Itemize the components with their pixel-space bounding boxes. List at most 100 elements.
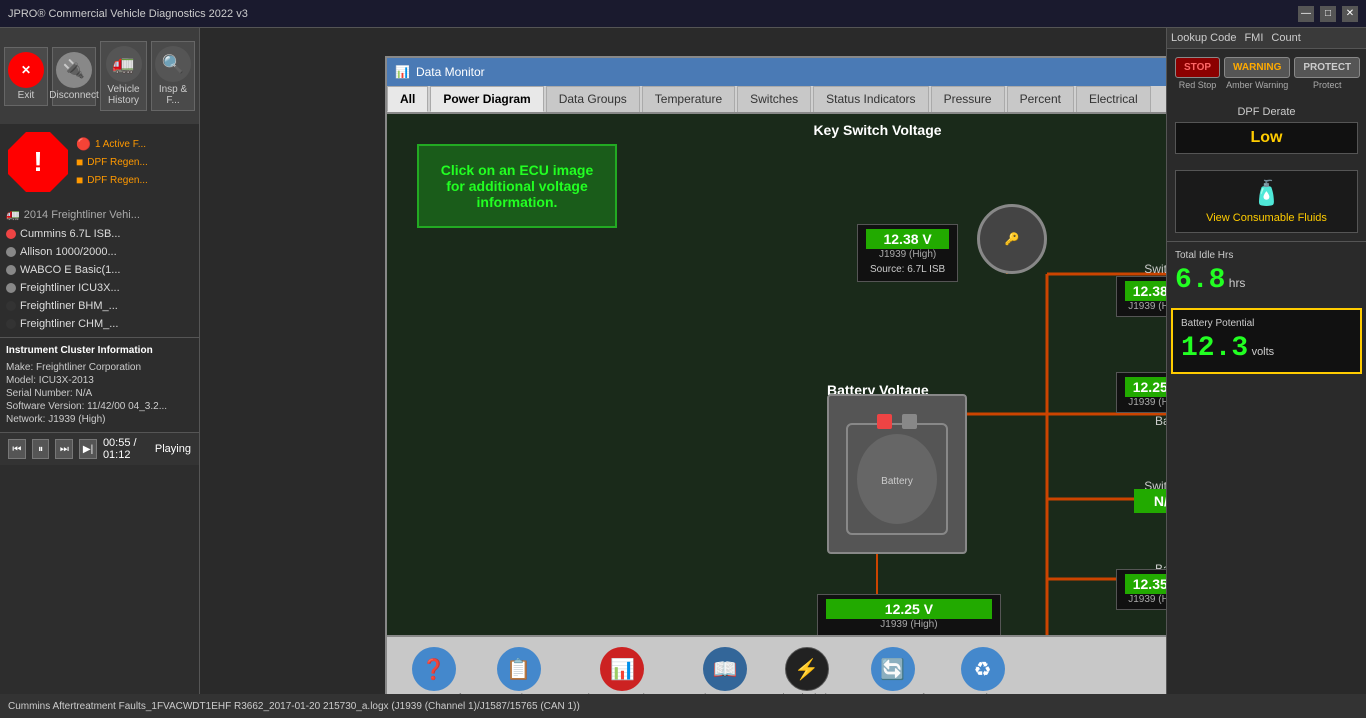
- inspect-button[interactable]: 🔍 Insp & F...: [151, 41, 195, 111]
- idle-section: Total Idle Hrs 6.8 hrs: [1167, 241, 1366, 304]
- electrical-tips-label: Electrical Tips: [776, 693, 838, 694]
- cluster-info: Instrument Cluster Information Make: Fre…: [0, 337, 199, 432]
- fmi-assistance-button[interactable]: 📋 FMI Assistance: [477, 643, 561, 694]
- fault-status-button[interactable]: 📊 Fault Status Assistance: [562, 643, 682, 694]
- status-bar: Cummins Aftertreatment Faults_1FVACWDT1E…: [0, 694, 1366, 718]
- battery-label-cummins: Battery: [1155, 414, 1166, 428]
- electrical-tips-button[interactable]: ⚡ Electrical Tips: [768, 643, 846, 694]
- ecu-dot-icu: [6, 283, 16, 293]
- tab-switches[interactable]: Switches: [737, 86, 811, 112]
- key-switch-voltage-box: 12.38 V J1939 (High) Source: 6.7L ISB: [857, 224, 958, 282]
- red-stop-label: Red Stop: [1179, 80, 1217, 90]
- step-button[interactable]: ▶|: [79, 439, 97, 459]
- industry-terms-label: Industry Terms: [692, 693, 757, 694]
- ecu-item-allison[interactable]: Allison 1000/2000...: [4, 243, 195, 261]
- ecu-item-wabco[interactable]: WABCO E Basic(1...: [4, 261, 195, 279]
- fmi-assistance-label: FMI Assistance: [485, 693, 553, 694]
- ecu-item-chm[interactable]: Freightliner CHM_...: [4, 315, 195, 333]
- battery-image[interactable]: Battery: [827, 394, 967, 554]
- fault-status-icon: 📊: [600, 647, 644, 691]
- cluster-network: Network: J1939 (High): [6, 413, 193, 426]
- protect-label: Protect: [1313, 80, 1342, 90]
- vehicle-history-button[interactable]: 🚛 Vehicle History: [100, 41, 147, 111]
- playback-time: 00:55 / 01:12: [103, 437, 149, 461]
- tab-temperature[interactable]: Temperature: [642, 86, 735, 112]
- pause-button[interactable]: ⏸: [32, 439, 50, 459]
- industry-terms-icon: 📖: [703, 647, 747, 691]
- cluster-model: Model: ICU3X-2013: [6, 374, 193, 387]
- tab-all[interactable]: All: [387, 86, 428, 112]
- cluster-make: Make: Freightliner Corporation: [6, 361, 193, 374]
- epa-assistance-button[interactable]: ♻ EPA Assistance: [940, 643, 1025, 694]
- minimize-button[interactable]: —: [1298, 6, 1314, 22]
- forward-button[interactable]: ⏭: [55, 439, 73, 459]
- protect-icon: PROTECT: [1294, 57, 1360, 78]
- cluster-software: Software Version: 11/42/00 04_3.2...: [6, 400, 193, 413]
- modal-tabs: All Power Diagram Data Groups Temperatur…: [387, 86, 1166, 114]
- icu-battery-box: 12.35 V J1939 (High): [1116, 569, 1166, 610]
- sidebar: ✕ Exit 🔌 Disconnect 🚛 Vehicle History 🔍 …: [0, 28, 200, 694]
- alert-dpf1: ■ DPF Regen...: [76, 154, 148, 170]
- exit-icon: ✕: [8, 52, 44, 88]
- data-monitor-modal: 📊 Data Monitor ✕ All Power Diagram Data …: [385, 56, 1166, 694]
- electrical-tips-icon: ⚡: [785, 647, 829, 691]
- idle-label: Total Idle Hrs: [1175, 250, 1358, 261]
- battery-voltage-value: 12.25 V: [826, 599, 992, 619]
- close-button[interactable]: ✕: [1342, 6, 1358, 22]
- tab-data-groups[interactable]: Data Groups: [546, 86, 640, 112]
- alert-icon-dpf2: ■: [76, 173, 83, 187]
- exit-button[interactable]: ✕ Exit: [4, 47, 48, 106]
- fmi-assistance-icon: 📋: [497, 647, 541, 691]
- ecu-item-icu[interactable]: Freightliner ICU3X...: [4, 279, 195, 297]
- ecu-item-bhm[interactable]: Freightliner BHM_...: [4, 297, 195, 315]
- industry-terms-button[interactable]: 📖 Industry Terms: [684, 643, 765, 694]
- icu-switched-value: N/A: [1134, 489, 1166, 513]
- red-stop-icon: STOP: [1175, 57, 1220, 78]
- connector-info-button[interactable]: ❓ Connector Info: [393, 643, 475, 694]
- vehicle-history-label: Vehicle History: [107, 84, 140, 106]
- amber-warning-icon: WARNING: [1224, 57, 1290, 78]
- maximize-button[interactable]: □: [1320, 6, 1336, 22]
- lookup-label: Lookup Code: [1171, 32, 1236, 44]
- ecu-dot-bhm: [6, 301, 16, 311]
- tab-electrical[interactable]: Electrical: [1076, 86, 1151, 112]
- click-instruction: Click on an ECU image for additional vol…: [417, 144, 617, 228]
- diagram-title: Key Switch Voltage: [813, 122, 941, 138]
- lookup-bar: Lookup Code FMI Count: [1167, 28, 1366, 49]
- battery-svg: Battery: [837, 404, 957, 544]
- tab-percent[interactable]: Percent: [1007, 86, 1074, 112]
- ecu-item-cummins[interactable]: Cummins 6.7L ISB...: [4, 225, 195, 243]
- red-stop-status: STOP Red Stop: [1175, 57, 1220, 90]
- battery-potential-unit: volts: [1252, 346, 1275, 358]
- disconnect-button[interactable]: 🔌 Disconnect: [52, 47, 96, 106]
- status-buttons: STOP Red Stop WARNING Amber Warning PROT…: [1167, 49, 1366, 98]
- warning-octagon: !: [8, 132, 68, 192]
- center-area: 📊 Data Monitor ✕ All Power Diagram Data …: [200, 28, 1166, 694]
- fluids-button[interactable]: 🧴 View Consumable Fluids: [1175, 170, 1358, 233]
- vehicle-icon: 🚛: [6, 208, 20, 221]
- vehicle-history-icon: 🚛: [106, 46, 142, 82]
- modal-title-bar: 📊 Data Monitor ✕: [387, 58, 1166, 86]
- connector-info-icon: ❓: [412, 647, 456, 691]
- cummins-battery-box: 12.25 V J1939 (High): [1116, 372, 1166, 413]
- battery-section: Battery Potential 12.3 volts: [1171, 308, 1362, 374]
- regen-zone-button[interactable]: 🔄 Regen Zone Info: [847, 643, 938, 694]
- window-controls: — □ ✕: [1298, 6, 1358, 22]
- switched-label-cummins: Switched: [1144, 262, 1166, 276]
- cummins-battery-value: 12.25 V: [1125, 377, 1166, 397]
- icu-switched-box: N/A: [1134, 489, 1166, 513]
- rewind-button[interactable]: ⏮: [8, 439, 26, 459]
- modal-bottom-toolbar: ❓ Connector Info 📋 FMI Assistance 📊 Faul…: [387, 635, 1166, 694]
- connector-info-label: Connector Info: [401, 693, 467, 694]
- tab-power-diagram[interactable]: Power Diagram: [430, 86, 543, 112]
- right-panel: Lookup Code FMI Count STOP Red Stop WARN…: [1166, 28, 1366, 694]
- battery-potential-label: Battery Potential: [1181, 318, 1352, 329]
- tab-pressure[interactable]: Pressure: [931, 86, 1005, 112]
- battery-voltage-label2: J1939 (High): [826, 619, 992, 630]
- battery-voltage-bottom-box: 12.25 V J1939 (High) Source: 6.7L ISB Pl…: [817, 594, 1001, 635]
- ecu-dot-chm: [6, 319, 16, 329]
- status-text: Cummins Aftertreatment Faults_1FVACWDT1E…: [8, 701, 580, 712]
- fluids-label: View Consumable Fluids: [1184, 212, 1349, 224]
- cummins-switched-label: J1939 (High): [1125, 301, 1166, 312]
- tab-status-indicators[interactable]: Status Indicators: [813, 86, 928, 112]
